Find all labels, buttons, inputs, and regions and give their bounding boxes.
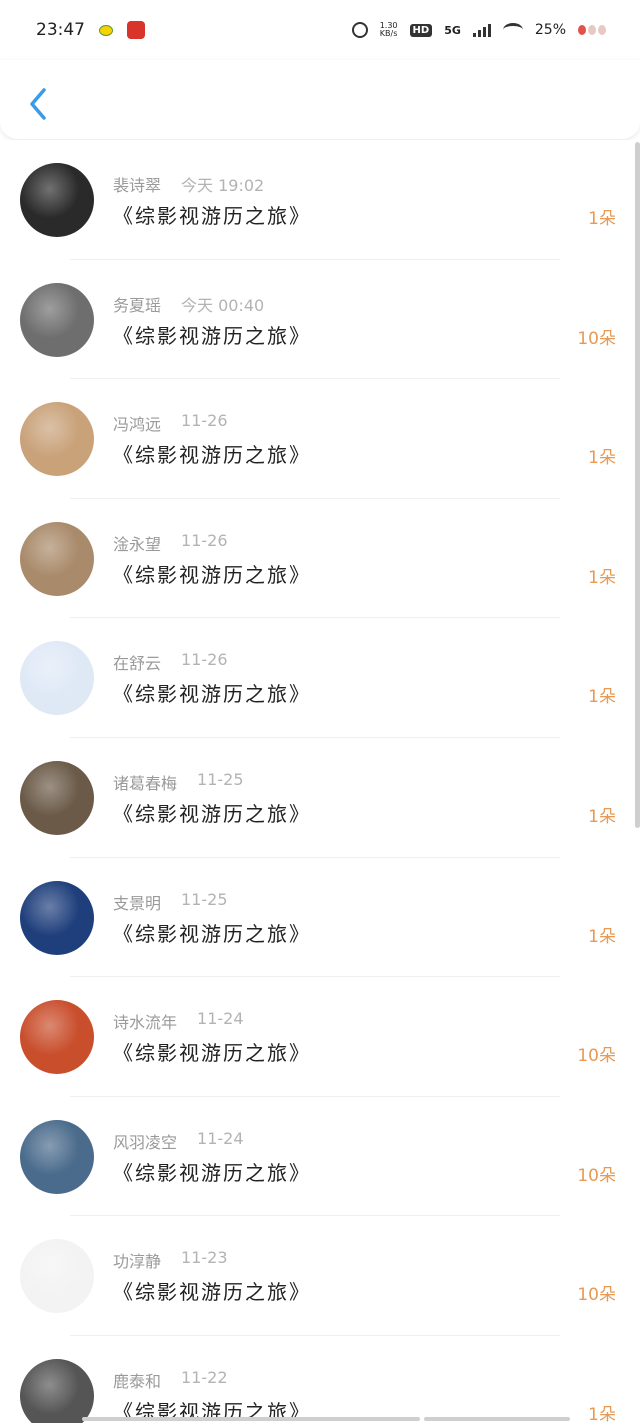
item-time: 今天 00:40: [181, 295, 265, 315]
item-meta: 冯鸿远 11-26: [113, 411, 228, 435]
book-title: 《综影视游历之旅》: [113, 801, 311, 826]
status-bar: 23:47 1.30 KB/s HD 5G 25%: [0, 0, 640, 60]
battery-label: 25%: [534, 22, 566, 38]
item-meta: 务夏瑶 今天 00:40: [113, 292, 264, 316]
wifi-icon: [502, 23, 523, 37]
reward-list: 裴诗翠 今天 19:02 《综影视游历之旅》 1朵 务夏瑶 今天 00:40 《…: [0, 140, 640, 1423]
flower-count: 1朵: [588, 806, 616, 827]
item-time: 11-22: [181, 1367, 228, 1387]
flower-count: 1朵: [588, 209, 616, 229]
status-right: 1.30 KB/s HD 5G 25%: [351, 21, 606, 38]
list-item[interactable]: 冯鸿远 11-26 《综影视游历之旅》 1朵: [0, 379, 640, 499]
avatar[interactable]: [20, 402, 94, 477]
list-item[interactable]: 裴诗翠 今天 19:02 《综影视游历之旅》 1朵: [0, 140, 640, 260]
flower-count: 10朵: [577, 328, 616, 349]
network-label: 5G: [444, 23, 461, 37]
book-title: 《综影视游历之旅》: [113, 323, 311, 348]
item-time: 11-26: [181, 530, 228, 550]
item-time: 11-26: [181, 411, 228, 431]
user-name: 诗水流年: [113, 1013, 178, 1033]
list-item[interactable]: 支景明 11-25 《综影视游历之旅》 1朵: [0, 858, 640, 978]
home-indicator-right: [424, 1417, 570, 1421]
user-name: 淦永望: [113, 534, 162, 554]
list-item[interactable]: 功淳静 11-23 《综影视游历之旅》 10朵: [0, 1216, 640, 1336]
hd-badge: HD: [409, 23, 433, 37]
header: [0, 60, 640, 140]
book-title: 《综影视游历之旅》: [113, 1280, 311, 1305]
scrollbar[interactable]: [635, 142, 640, 828]
user-name: 诸葛春梅: [113, 773, 178, 793]
user-name: 功淳静: [113, 1252, 162, 1272]
item-meta: 风羽凌空 11-24: [113, 1129, 244, 1153]
user-name: 裴诗翠: [113, 176, 162, 195]
item-time: 11-25: [181, 889, 228, 909]
avatar[interactable]: [20, 1119, 94, 1194]
item-meta: 诸葛春梅 11-25: [113, 770, 244, 794]
item-meta: 在舒云 11-26: [113, 650, 228, 674]
list-item[interactable]: 在舒云 11-26 《综影视游历之旅》 1朵: [0, 618, 640, 738]
item-meta: 诗水流年 11-24: [113, 1009, 244, 1033]
back-button[interactable]: [24, 86, 54, 122]
signal-icon: [472, 23, 491, 37]
item-time: 今天 19:02: [181, 176, 265, 195]
item-meta: 支景明 11-25: [113, 890, 228, 914]
avatar[interactable]: [20, 760, 94, 835]
battery-icon: [578, 25, 606, 35]
user-name: 风羽凌空: [113, 1132, 178, 1152]
list-item[interactable]: 诗水流年 11-24 《综影视游历之旅》 10朵: [0, 977, 640, 1097]
list-item[interactable]: 鹿泰和 11-22 《综影视游历之旅》 1朵: [0, 1336, 640, 1423]
book-title: 《综影视游历之旅》: [113, 921, 311, 946]
avatar[interactable]: [20, 1239, 94, 1314]
user-name: 务夏瑶: [113, 295, 162, 315]
flower-count: 1朵: [588, 687, 616, 708]
avatar[interactable]: [20, 880, 94, 955]
item-time: 11-25: [197, 769, 244, 789]
flower-count: 1朵: [588, 448, 616, 469]
list-item[interactable]: 淦永望 11-26 《综影视游历之旅》 1朵: [0, 499, 640, 619]
item-meta: 功淳静 11-23: [113, 1248, 228, 1272]
list-item[interactable]: 务夏瑶 今天 00:40 《综影视游历之旅》 10朵: [0, 260, 640, 380]
item-meta: 淦永望 11-26: [113, 531, 228, 555]
book-title: 《综影视游历之旅》: [113, 443, 311, 468]
app-notification-icon: [127, 21, 145, 39]
avatar[interactable]: [20, 163, 94, 237]
book-title: 《综影视游历之旅》: [113, 1160, 311, 1185]
item-time: 11-24: [197, 1009, 244, 1029]
avatar[interactable]: [20, 641, 94, 716]
status-time: 23:47: [36, 20, 85, 40]
item-meta: 裴诗翠 今天 19:02: [113, 172, 264, 196]
list-item[interactable]: 风羽凌空 11-24 《综影视游历之旅》 10朵: [0, 1097, 640, 1217]
user-name: 在舒云: [113, 654, 162, 674]
avatar[interactable]: [20, 1358, 94, 1423]
flower-count: 10朵: [577, 1285, 616, 1306]
item-time: 11-23: [181, 1248, 228, 1268]
user-name: 鹿泰和: [113, 1371, 162, 1391]
flower-count: 10朵: [577, 1046, 616, 1067]
chevron-left-icon: [30, 88, 46, 120]
book-title: 《综影视游历之旅》: [113, 682, 311, 707]
home-indicator-left: [82, 1417, 420, 1421]
user-name: 冯鸿远: [113, 415, 162, 435]
flower-count: 1朵: [588, 567, 616, 588]
avatar[interactable]: [20, 1000, 94, 1075]
avatar[interactable]: [20, 521, 94, 596]
status-left: 23:47: [36, 20, 145, 40]
net-speed: 1.30 KB/s: [379, 21, 398, 38]
user-name: 支景明: [113, 893, 162, 913]
item-time: 11-26: [181, 650, 228, 670]
book-title: 《综影视游历之旅》: [113, 562, 311, 587]
alarm-icon: [351, 22, 368, 38]
book-title: 《综影视游历之旅》: [113, 204, 311, 228]
flower-count: 10朵: [577, 1165, 616, 1186]
chat-app-icon: [99, 24, 113, 36]
item-meta: 鹿泰和 11-22: [113, 1368, 228, 1392]
book-title: 《综影视游历之旅》: [113, 1041, 311, 1066]
flower-count: 1朵: [588, 1404, 616, 1423]
avatar[interactable]: [20, 282, 94, 357]
item-time: 11-24: [197, 1128, 244, 1148]
flower-count: 1朵: [588, 926, 616, 947]
list-item[interactable]: 诸葛春梅 11-25 《综影视游历之旅》 1朵: [0, 738, 640, 858]
